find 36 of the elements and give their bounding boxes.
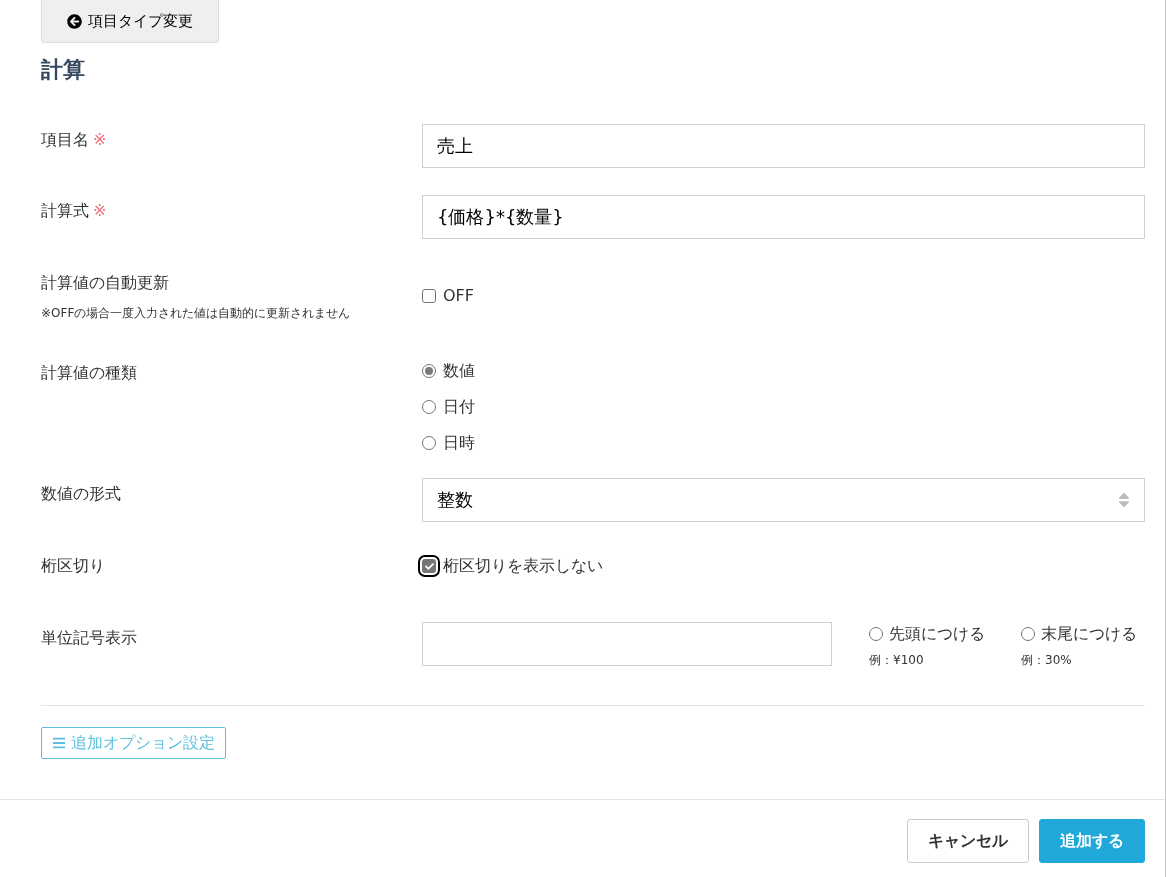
radio-button[interactable] [869, 627, 883, 641]
radio-label: 先頭につける [889, 623, 985, 645]
field-note: ※OFFの場合一度入力された値は自動的に更新されません [41, 305, 352, 321]
checkbox-label: 桁区切りを表示しない [443, 555, 603, 577]
radio-button[interactable] [1021, 627, 1035, 641]
radio-label: 末尾につける [1041, 623, 1137, 645]
checkbox[interactable] [422, 289, 436, 303]
field-label: 項目名 [41, 129, 89, 151]
back-button[interactable]: 項目タイプ変更 [41, 0, 219, 43]
required-mark: ※ [93, 129, 107, 151]
radio-label: 数値 [443, 359, 475, 382]
select-field[interactable]: 整数 [422, 478, 1145, 522]
field-label: 桁区切り [41, 555, 105, 577]
field-label: 数値の形式 [41, 483, 121, 505]
field-label: 計算値の自動更新 [41, 272, 169, 294]
section-title: 計算 [41, 56, 85, 84]
example-text: 例：¥100 [869, 652, 925, 668]
radio-label: 日付 [443, 395, 475, 418]
text-field[interactable]: {価格}*{数量} [422, 195, 1145, 239]
cancel-button[interactable]: キャンセル [907, 819, 1029, 863]
menu-icon [52, 736, 66, 750]
example-text: 例：30% [1021, 652, 1073, 668]
back-arrow-icon [67, 13, 82, 29]
required-mark: ※ [93, 200, 107, 222]
sort-arrows-icon [1118, 491, 1130, 509]
unit-field[interactable] [422, 622, 832, 666]
radio-button[interactable] [422, 363, 436, 378]
field-label: 計算式 [41, 200, 89, 222]
check-icon [424, 561, 434, 571]
checkbox-label: OFF [443, 285, 474, 307]
radio-button[interactable] [422, 435, 436, 450]
text-field[interactable]: 売上 [422, 124, 1145, 168]
radio-button[interactable] [422, 399, 436, 414]
field-label: 単位記号表示 [41, 627, 137, 649]
radio-label: 日時 [443, 431, 475, 454]
field-label: 計算値の種類 [41, 362, 137, 384]
